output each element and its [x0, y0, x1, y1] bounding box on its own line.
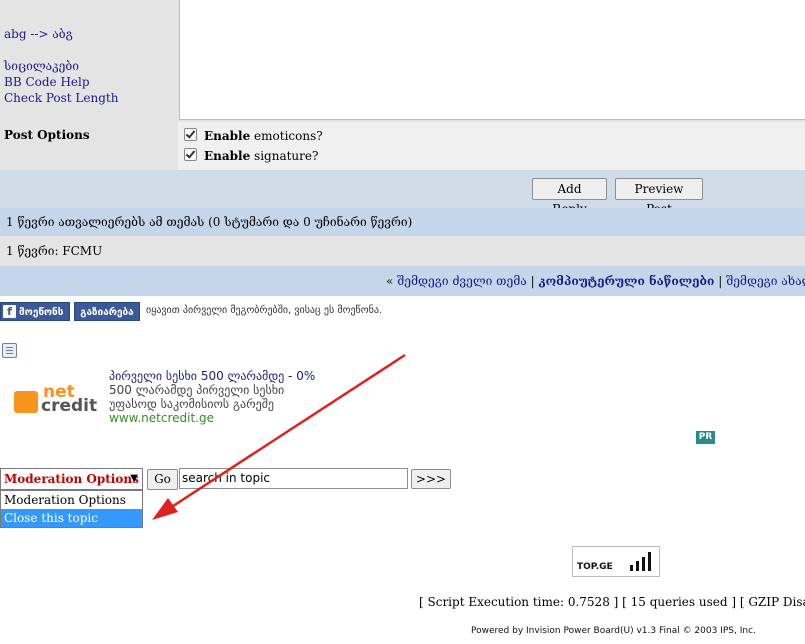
- counter-bar: [636, 561, 639, 571]
- option-moderation-options[interactable]: Moderation Options: [1, 491, 142, 509]
- counter-bar: [630, 565, 633, 571]
- preview-post-button[interactable]: Preview Post: [615, 178, 703, 216]
- topic-members-row: 1 წევრი: FCMU: [0, 236, 805, 266]
- forum-link[interactable]: კომპიუტერული ნაწილები: [538, 274, 714, 288]
- facebook-share-button[interactable]: გაზიარება: [74, 302, 140, 321]
- moderation-go-button[interactable]: Go: [147, 469, 178, 490]
- ad-line-3: უფასოდ საკომისიოს გარეშე: [109, 397, 275, 411]
- post-textarea[interactable]: [179, 0, 805, 120]
- option-close-topic[interactable]: Close this topic: [1, 509, 142, 527]
- newer-topic-link[interactable]: შემდეგი ახალი: [726, 274, 805, 288]
- transliteration-link[interactable]: abg --> აბგ: [4, 26, 174, 42]
- dropdown-arrow-icon: ▼: [130, 473, 138, 484]
- smilies-link[interactable]: სიცილაკები: [4, 58, 174, 74]
- arrow-head: [152, 498, 178, 520]
- older-topic-link[interactable]: შემდეგი ძველი თემა: [397, 274, 527, 288]
- search-topic-input[interactable]: search in topic: [179, 468, 408, 489]
- enable-emoticons-option[interactable]: Enable emoticons?: [184, 128, 584, 144]
- topic-members-text: 1 წევრი: FCMU: [6, 244, 103, 258]
- topic-readers-text: 1 წევრი ათვალიერებს ამ თემას (0 სტუმარი …: [6, 215, 413, 229]
- enable-signature-option[interactable]: Enable signature?: [184, 148, 584, 164]
- counter-bar: [648, 552, 651, 571]
- netcredit-logo[interactable]: net credit: [13, 384, 97, 424]
- facebook-like-text: იყავით პირველი მეგობრებში, ვისაც ეს მოეწ…: [146, 305, 383, 316]
- moderation-options-select[interactable]: Moderation Options ▼: [0, 468, 143, 490]
- add-reply-button[interactable]: Add Reply: [532, 178, 607, 216]
- execution-stats: [ Script Execution time: 0.7528 ] [ 15 q…: [419, 595, 805, 609]
- ad-text[interactable]: პირველი სესხი 500 ლარამდე - 0% 500 ლარამ…: [109, 369, 315, 425]
- submit-row: Add Reply Preview Post: [0, 170, 805, 216]
- notepad-icon[interactable]: [2, 343, 17, 358]
- topge-counter[interactable]: TOP.GE: [572, 546, 660, 577]
- ad-url[interactable]: www.netcredit.ge: [109, 411, 315, 425]
- editor-side-links: abg --> აბგ სიცილაკები BB Code Help Chec…: [4, 26, 174, 106]
- post-options-row: Post Options Enable emoticons? Enable si…: [0, 122, 805, 170]
- ad-line-1[interactable]: პირველი სესხი 500 ლარამდე - 0%: [109, 369, 315, 383]
- facebook-like-button[interactable]: f მოეწონს: [0, 302, 70, 321]
- facebook-icon: f: [3, 305, 16, 318]
- emoticons-checkbox[interactable]: [184, 128, 197, 141]
- moderation-dropdown-list: Moderation Options Close this topic: [0, 490, 143, 528]
- ad-line-2: 500 ლარამდე პირველი სესხი: [109, 383, 285, 397]
- counter-bar: [642, 557, 645, 571]
- check-post-length-link[interactable]: Check Post Length: [4, 90, 174, 106]
- topic-navigation: « შემდეგი ძველი თემა | კომპიუტერული ნაწი…: [0, 266, 805, 296]
- post-options-label: Post Options: [4, 128, 90, 142]
- topic-readers-row: 1 წევრი ათვალიერებს ამ თემას (0 სტუმარი …: [0, 208, 805, 236]
- pr-badge[interactable]: PR: [696, 431, 715, 444]
- bbcode-help-link[interactable]: BB Code Help: [4, 74, 174, 90]
- wallet-icon: [14, 391, 38, 413]
- signature-checkbox[interactable]: [184, 148, 197, 161]
- editor-row: abg --> აბგ სიცილაკები BB Code Help Chec…: [0, 0, 805, 122]
- search-go-button[interactable]: >>>: [411, 469, 451, 489]
- powered-by[interactable]: Powered by Invision Power Board(U) v1.3 …: [471, 626, 756, 636]
